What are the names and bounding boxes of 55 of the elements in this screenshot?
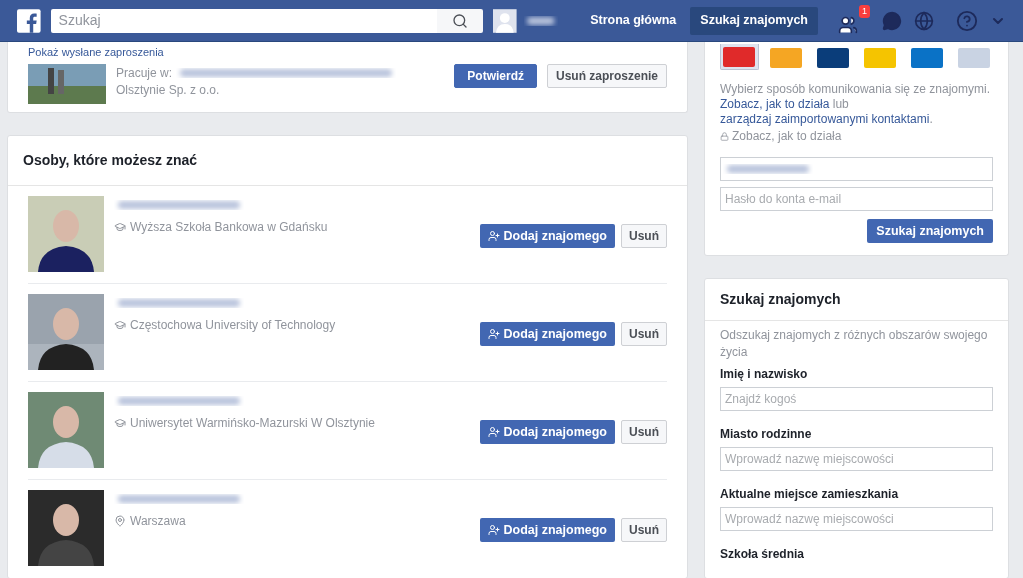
- field-label: Aktualne miejsce zamieszkania: [720, 486, 900, 503]
- field-label: Imię i nazwisko: [720, 366, 809, 383]
- delete-request-button[interactable]: Usuń zaproszenie: [546, 64, 667, 88]
- notification-badge: 1: [858, 4, 870, 18]
- field-label: Szkoła średnia: [720, 546, 806, 563]
- add-person-icon: [487, 524, 500, 536]
- school-icon: [114, 319, 126, 331]
- help-link[interactable]: Zobacz, jak to działa: [720, 97, 833, 111]
- logo-icon: [17, 8, 41, 33]
- person-detail: Uniwersytet Warmińsko-Mazurski W Olsztynie: [130, 415, 375, 432]
- nav-link[interactable]: Strona główna: [580, 6, 687, 35]
- add-friend-button[interactable]: Dodaj znajomego: [479, 224, 615, 248]
- person-detail: Wyższa Szkoła Bankowa w Gdańsku: [130, 219, 328, 236]
- remove-button[interactable]: Usuń: [621, 224, 667, 248]
- nav-link[interactable]: Szukaj znajomych: [690, 6, 818, 35]
- friend-requests-button[interactable]: 1: [838, 4, 870, 37]
- work-text: Olsztynie Sp. z o.o.: [116, 83, 220, 97]
- email-field[interactable]: [720, 157, 993, 181]
- search-icon: [452, 12, 469, 29]
- card-title: Osoby, które możesz znać: [8, 136, 687, 186]
- globe-icon[interactable]: [914, 10, 934, 31]
- lock-icon: [720, 131, 729, 141]
- add-friend-button[interactable]: Dodaj znajomego: [479, 518, 615, 542]
- field-label: Miasto rodzinne: [720, 426, 813, 443]
- avatar-icon[interactable]: [493, 8, 517, 33]
- school-icon: [114, 417, 126, 429]
- confirm-button[interactable]: Potwierdź: [454, 64, 537, 88]
- location-icon: [114, 515, 126, 527]
- friends-icon: [838, 14, 858, 35]
- text-field[interactable]: Znajdź kogoś: [720, 387, 993, 411]
- school-icon: [114, 221, 126, 233]
- add-person-icon: [487, 328, 500, 340]
- text-field[interactable]: Wprowadź nazwę miejscowości: [720, 507, 993, 531]
- description-text: Odszukaj znajomych z różnych obszarów swojego życia: [720, 327, 989, 361]
- sent-requests-link[interactable]: Pokaż wysłane zaproszenia: [28, 42, 667, 60]
- password-field[interactable]: Hasło do konta e-mail: [720, 187, 993, 211]
- privacy-text: Zobacz, jak to działa: [732, 128, 842, 145]
- add-person-icon: [487, 426, 500, 438]
- add-person-icon: [487, 230, 500, 242]
- remove-button[interactable]: Usuń: [621, 420, 667, 444]
- search-field[interactable]: Szukaj: [50, 8, 438, 33]
- person-detail: Częstochowa University of Technology: [130, 317, 336, 334]
- remove-button[interactable]: Usuń: [621, 518, 667, 542]
- remove-button[interactable]: Usuń: [621, 322, 667, 346]
- help-icon[interactable]: [956, 9, 978, 32]
- intro-text: Wybierz sposób komunikowania się ze znajomymi. Zobacz, jak to działa lub zarządzaj zaimportowanymi kontaktami.: [720, 82, 991, 127]
- find-friends-button[interactable]: Szukaj znajomych: [867, 219, 993, 243]
- search-button[interactable]: [437, 8, 484, 33]
- add-friend-button[interactable]: Dodaj znajomego: [479, 322, 615, 346]
- add-friend-button[interactable]: Dodaj znajomego: [479, 420, 615, 444]
- card-title: Szukaj znajomych: [705, 279, 1008, 321]
- text-field[interactable]: Wprowadź nazwę miejscowości: [720, 447, 993, 471]
- person-detail: Warszawa: [130, 513, 186, 530]
- work-text: Pracuje w:: [116, 64, 173, 82]
- chat-bubble-icon[interactable]: [882, 10, 902, 31]
